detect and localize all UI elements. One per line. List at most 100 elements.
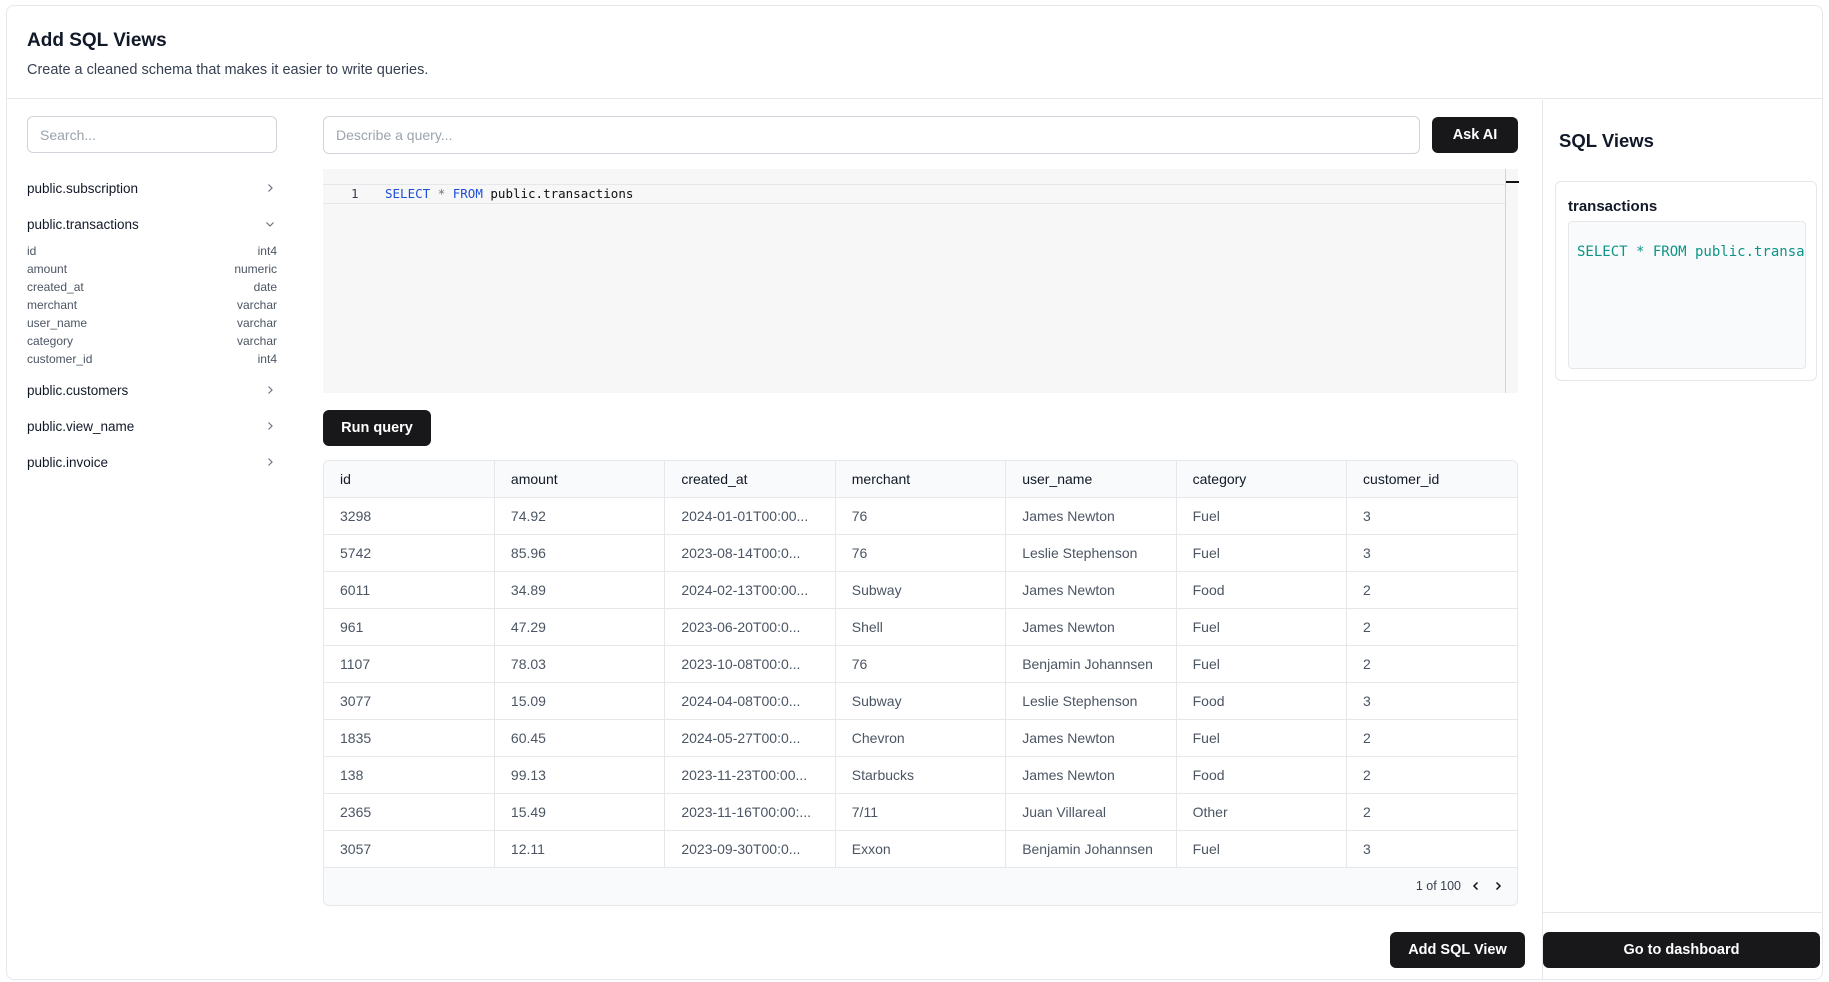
- star-operator: *: [437, 186, 446, 201]
- column-row: id int4: [27, 242, 277, 260]
- chevron-right-icon: [263, 181, 277, 195]
- table-cell: 1107: [324, 645, 495, 683]
- ask-ai-button[interactable]: Ask AI: [1432, 117, 1518, 153]
- app-frame: Add SQL Views Create a cleaned schema th…: [6, 5, 1823, 980]
- table-cell: 2024-01-01T00:00...: [664, 497, 836, 535]
- chevron-left-icon[interactable]: [1469, 879, 1483, 893]
- table-cell: Subway: [835, 571, 1007, 609]
- page-indicator: 1 of 100: [1415, 879, 1461, 893]
- table-cell: 1835: [324, 719, 495, 757]
- table-cell: 2023-06-20T00:0...: [664, 608, 836, 646]
- column-name: amount: [27, 262, 68, 276]
- table-name: public.transactions: [27, 216, 139, 232]
- table-cell: 2: [1346, 793, 1517, 831]
- table-cell: 12.11: [494, 830, 666, 868]
- table-row[interactable]: 6011 34.89 2024-02-13T00:00... Subway James …: [324, 571, 1517, 609]
- table-name: public.view_name: [27, 418, 135, 434]
- table-name: public.invoice: [27, 454, 109, 470]
- page-title: Add SQL Views: [27, 30, 167, 51]
- table-cell: 78.03: [494, 645, 666, 683]
- sidebar-table-item[interactable]: public.subscription: [27, 170, 277, 206]
- sidebar-table-item[interactable]: public.view_name: [27, 408, 277, 444]
- table-name: public.customers: [27, 382, 129, 398]
- chevron-right-icon[interactable]: [1491, 879, 1505, 893]
- table-cell: 2023-08-14T00:0...: [664, 534, 836, 572]
- sidebar-table-item[interactable]: public.customers: [27, 372, 277, 408]
- column-header[interactable]: amount: [494, 461, 666, 498]
- table-cell: 5742: [324, 534, 495, 572]
- panel-divider: [1543, 912, 1822, 913]
- table-cell: Food: [1176, 756, 1348, 794]
- column-header[interactable]: category: [1176, 461, 1348, 498]
- table-cell: Subway: [835, 682, 1007, 720]
- add-sql-view-button[interactable]: Add SQL View: [1390, 932, 1525, 968]
- table-row[interactable]: 961 47.29 2023-06-20T00:0... Shell James New…: [324, 608, 1517, 646]
- table-cell: 2024-05-27T00:0...: [664, 719, 836, 757]
- table-row[interactable]: 138 99.13 2023-11-23T00:00... Starbucks Jame…: [324, 756, 1517, 794]
- table-cell: 60.45: [494, 719, 666, 757]
- table-identifier: public.transactions: [490, 186, 634, 201]
- table-row[interactable]: 3298 74.92 2024-01-01T00:00... 76 James Newt…: [324, 497, 1517, 535]
- schema-sidebar: public.subscription public.transactions id…: [27, 116, 277, 480]
- page-subtitle: Create a cleaned schema that makes it ea…: [27, 62, 429, 78]
- table-cell: 2023-09-30T00:0...: [664, 830, 836, 868]
- table-row[interactable]: 3057 12.11 2023-09-30T00:0... Exxon Benjamin…: [324, 830, 1517, 868]
- table-cell: Fuel: [1176, 608, 1348, 646]
- describe-query-input[interactable]: [323, 116, 1420, 154]
- table-row[interactable]: 1107 78.03 2023-10-08T00:0... 76 Benjamin Jo…: [324, 645, 1517, 683]
- column-type: varchar: [236, 316, 277, 330]
- table-row[interactable]: 5742 85.96 2023-08-14T00:0... 76 Leslie Step…: [324, 534, 1517, 572]
- results-table-container: id amount created_at merchant user_name categ…: [323, 460, 1518, 906]
- table-cell: 2023-11-23T00:00...: [664, 756, 836, 794]
- sidebar-table-item[interactable]: public.transactions: [27, 206, 277, 242]
- editor-scrollbar[interactable]: [1505, 169, 1519, 393]
- column-type: int4: [257, 352, 277, 366]
- column-header[interactable]: id: [324, 461, 495, 498]
- sql-view-card[interactable]: transactions SELECT * FROM public.transa…: [1555, 181, 1817, 381]
- table-row[interactable]: 2365 15.49 2023-11-16T00:00:... 7/11 Juan Vi…: [324, 793, 1517, 831]
- ai-query-bar: Ask AI: [323, 116, 1518, 154]
- table-cell: 74.92: [494, 497, 666, 535]
- keyword-select: SELECT: [385, 186, 431, 201]
- results-table: id amount created_at merchant user_name categ…: [324, 461, 1517, 868]
- column-header[interactable]: merchant: [835, 461, 1007, 498]
- table-cell: 2024-02-13T00:00...: [664, 571, 836, 609]
- pagination: 1 of 100: [324, 867, 1517, 905]
- editor-code: SELECT * FROM public.transactions: [385, 185, 633, 203]
- column-name: id: [27, 244, 37, 258]
- sidebar-table-item[interactable]: public.invoice: [27, 444, 277, 480]
- table-cell: 2: [1346, 608, 1517, 646]
- sql-views-title: SQL Views: [1559, 130, 1654, 151]
- chevron-down-icon: [263, 217, 277, 231]
- table-cell: 3298: [324, 497, 495, 535]
- column-header[interactable]: customer_id: [1346, 461, 1517, 498]
- table-cell: James Newton: [1005, 571, 1177, 609]
- go-to-dashboard-button[interactable]: Go to dashboard: [1543, 932, 1820, 968]
- table-cell: Food: [1176, 571, 1348, 609]
- sql-editor[interactable]: 1 SELECT * FROM public.transactions: [323, 169, 1519, 393]
- table-cell: 6011: [324, 571, 495, 609]
- table-name: public.subscription: [27, 180, 139, 196]
- schema-search-input[interactable]: [27, 116, 277, 153]
- column-name: user_name: [27, 316, 88, 330]
- run-query-button[interactable]: Run query: [323, 410, 431, 446]
- table-cell: 2365: [324, 793, 495, 831]
- chevron-right-icon: [263, 383, 277, 397]
- table-body: 3298 74.92 2024-01-01T00:00... 76 James Newt…: [324, 497, 1517, 868]
- table-row[interactable]: 1835 60.45 2024-05-27T00:0... Chevron James …: [324, 719, 1517, 757]
- table-cell: Leslie Stephenson: [1005, 682, 1177, 720]
- table-cell: Other: [1176, 793, 1348, 831]
- table-cell: 3: [1346, 534, 1517, 572]
- column-row: merchant varchar: [27, 296, 277, 314]
- table-cell: Fuel: [1176, 497, 1348, 535]
- table-cell: 138: [324, 756, 495, 794]
- table-cell: 2: [1346, 645, 1517, 683]
- column-header[interactable]: user_name: [1005, 461, 1177, 498]
- column-name: category: [27, 334, 74, 348]
- table-row[interactable]: 3077 15.09 2024-04-08T00:0... Subway Leslie …: [324, 682, 1517, 720]
- chevron-right-icon: [263, 455, 277, 469]
- column-header[interactable]: created_at: [664, 461, 836, 498]
- table-cell: Chevron: [835, 719, 1007, 757]
- table-cell: 3077: [324, 682, 495, 720]
- table-cell: James Newton: [1005, 497, 1177, 535]
